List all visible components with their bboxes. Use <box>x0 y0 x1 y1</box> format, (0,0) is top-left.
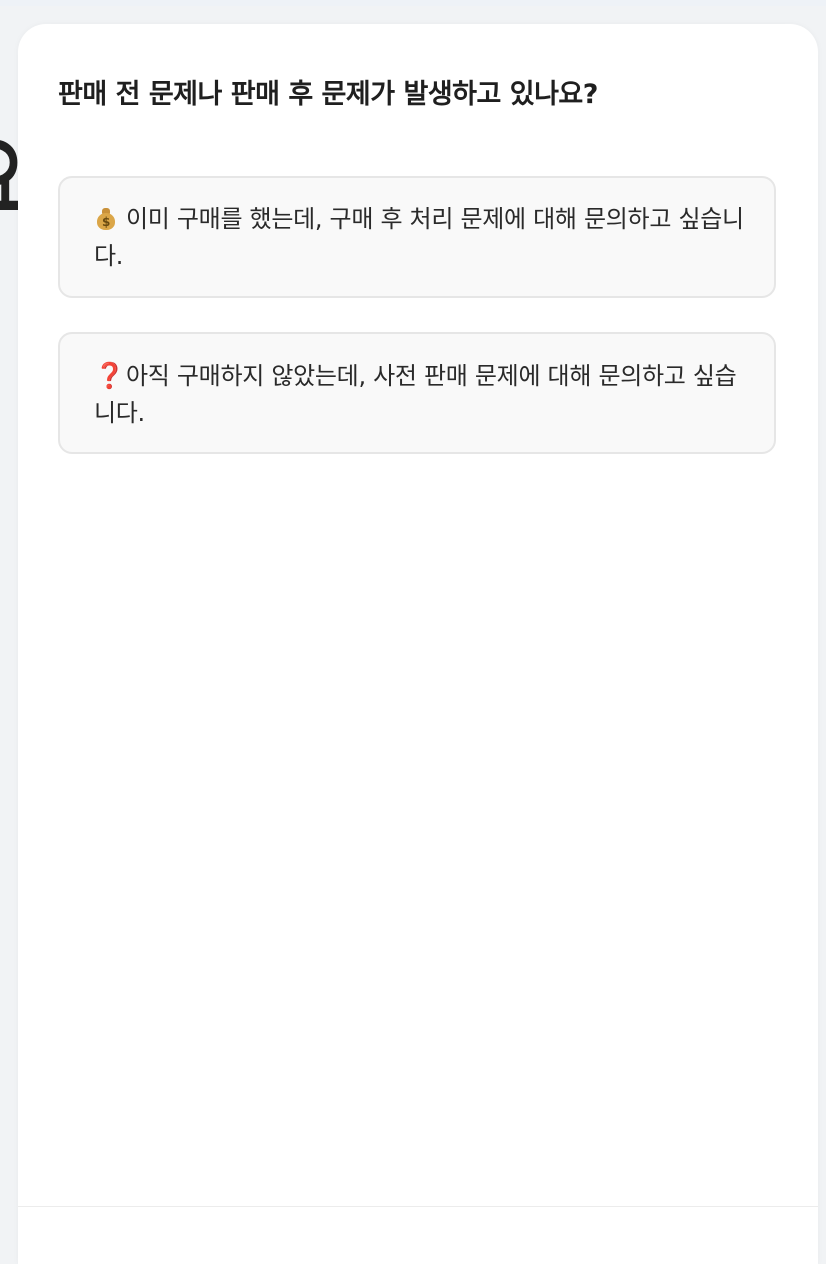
question-mark-icon: ❓ <box>94 361 125 390</box>
footer-divider <box>18 1206 818 1207</box>
top-bar <box>0 0 826 6</box>
sheet-title: 판매 전 문제나 판매 후 문제가 발생하고 있나요? <box>58 79 598 110</box>
option-label: 아직 구매하지 않았는데, 사전 판매 문제에 대해 문의하고 싶습니다. <box>94 362 737 427</box>
option-post-purchase[interactable]: $ 이미 구매를 했는데, 구매 후 처리 문제에 대해 문의하고 싶습니다. <box>58 176 776 298</box>
option-pre-purchase[interactable]: ❓아직 구매하지 않았는데, 사전 판매 문제에 대해 문의하고 싶습니다. <box>58 332 776 454</box>
money-bag-icon: $ <box>94 201 118 238</box>
bottom-sheet: 판매 전 문제나 판매 후 문제가 발생하고 있나요? $ 이미 구매를 했는데… <box>18 24 818 1264</box>
option-label: 이미 구매를 했는데, 구매 후 처리 문제에 대해 문의하고 싶습니다. <box>94 205 744 270</box>
